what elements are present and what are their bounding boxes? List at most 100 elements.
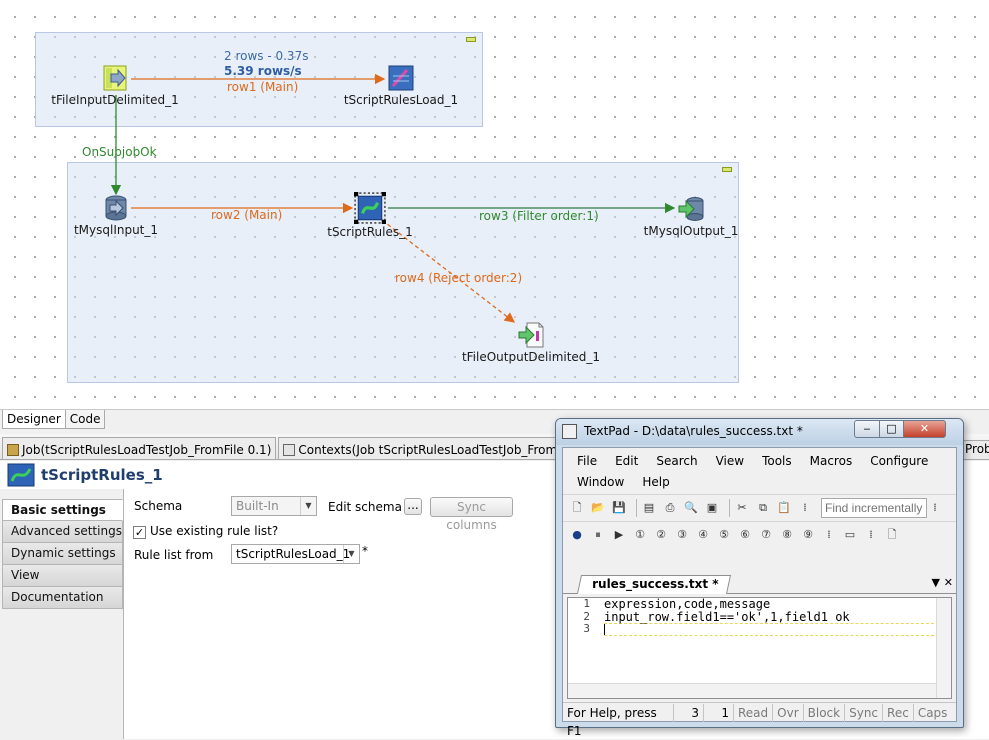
window-list-icon[interactable]: ▭: [842, 527, 858, 543]
nav-view[interactable]: View: [2, 565, 123, 587]
new-document-icon[interactable]: 🗋: [884, 527, 900, 543]
menu-window[interactable]: Window: [567, 475, 632, 489]
schema-select[interactable]: Built-In ▼: [231, 496, 317, 516]
macro-slot-7-icon[interactable]: ⑦: [758, 527, 774, 543]
menu-tools[interactable]: Tools: [752, 454, 800, 468]
tab-designer[interactable]: Designer: [2, 410, 66, 429]
line-number: 3: [583, 622, 590, 635]
textpad-window[interactable]: TextPad - D:\data\rules_success.txt * ‒ …: [555, 418, 964, 738]
print-preview-icon[interactable]: 🔍: [683, 500, 699, 516]
minimize-icon[interactable]: ‒: [854, 420, 880, 438]
document-properties-icon[interactable]: ▣: [704, 500, 720, 516]
macro-slot-6-icon[interactable]: ⑥: [737, 527, 753, 543]
paste-icon[interactable]: 📋: [776, 500, 792, 516]
horizontal-scrollbar[interactable]: [568, 683, 936, 698]
menu-configure[interactable]: Configure: [860, 454, 936, 468]
node-script-rules[interactable]: tScriptRules_1: [300, 192, 440, 239]
macro-slot-1-icon[interactable]: ①: [632, 527, 648, 543]
open-folder-icon[interactable]: 📂: [590, 500, 606, 516]
schema-value: Built-In: [236, 499, 279, 513]
play-macro-icon[interactable]: ▶: [611, 527, 627, 543]
textpad-document-tabs: rules_success.txt * ▼ ✕: [563, 574, 956, 594]
status-ovr: Ovr: [772, 703, 802, 722]
tab-code[interactable]: Code: [64, 410, 106, 429]
find-incrementally-input[interactable]: [821, 497, 927, 518]
menu-macros[interactable]: Macros: [800, 454, 861, 468]
macro-slot-4-icon[interactable]: ④: [695, 527, 711, 543]
menu-help[interactable]: Help: [632, 475, 677, 489]
job-designer-canvas[interactable]: tFileInputDelimited_1 tScriptRulesLoad_1…: [0, 0, 989, 410]
toolbar-overflow-icon[interactable]: ⁞: [927, 500, 943, 516]
toolbar-overflow-icon[interactable]: ⁞: [797, 500, 813, 516]
node-label: tMysqlOutput_1: [643, 224, 739, 238]
node-file-input-delimited[interactable]: tFileInputDelimited_1: [45, 64, 185, 107]
toolbar-overflow-icon[interactable]: ⁞: [863, 527, 879, 543]
link-label-row3[interactable]: row3 (Filter order:1): [479, 209, 599, 223]
link-label-row4[interactable]: row4 (Reject order:2): [395, 271, 522, 285]
close-icon[interactable]: ✕: [903, 420, 946, 438]
sync-columns-button[interactable]: Sync columns: [430, 497, 513, 532]
close-tab-icon[interactable]: ✕: [944, 576, 953, 589]
node-label: tScriptRulesLoad_1: [343, 93, 459, 107]
document-tab[interactable]: rules_success.txt *: [576, 575, 732, 594]
code-line-current: [604, 623, 944, 636]
menu-edit[interactable]: Edit: [605, 454, 646, 468]
schema-label: Schema: [134, 499, 183, 513]
chevron-down-icon: ▼: [300, 497, 316, 515]
rule-list-from-value: tScriptRulesLoad_1: [236, 547, 351, 561]
textpad-titlebar[interactable]: TextPad - D:\data\rules_success.txt * ‒ …: [556, 419, 963, 445]
edit-schema-button[interactable]: ...: [404, 498, 422, 515]
print-icon[interactable]: ⎙: [662, 500, 678, 516]
link-label-row2[interactable]: row2 (Main): [211, 208, 282, 222]
save-all-icon[interactable]: ▤: [641, 500, 657, 516]
menu-file[interactable]: File: [567, 454, 605, 468]
menu-search[interactable]: Search: [646, 454, 705, 468]
macro-slot-5-icon[interactable]: ⑤: [716, 527, 732, 543]
link-stats-rate: 5.39 rows/s: [224, 64, 302, 78]
tab-job-label: Job(tScriptRulesLoadTestJob_FromFile 0.1…: [22, 443, 272, 457]
node-mysql-input[interactable]: tMysqlInput_1: [46, 194, 186, 237]
text-editor[interactable]: 1 2 3 expression,code,message input_row.…: [567, 597, 952, 699]
save-icon[interactable]: 💾: [611, 500, 627, 516]
link-label-on-subjob-ok[interactable]: OnSubjobOk: [82, 145, 157, 159]
new-file-icon[interactable]: 🗋: [569, 500, 585, 516]
node-file-output-delimited[interactable]: tFileOutputDelimited_1: [461, 321, 601, 364]
nav-documentation[interactable]: Documentation: [2, 587, 123, 609]
tab-list-dropdown-icon[interactable]: ▼: [932, 576, 940, 589]
code-line: input_row.field1=='ok',1,field1 ok: [604, 609, 850, 624]
node-script-rules-load[interactable]: tScriptRulesLoad_1: [331, 64, 471, 107]
node-mysql-output[interactable]: tMysqlOutput_1: [621, 195, 761, 238]
nav-advanced-settings[interactable]: Advanced settings: [2, 521, 123, 543]
textpad-client: File Edit Search View Tools Macros Confi…: [562, 447, 957, 738]
use-existing-rule-list-label: Use existing rule list?: [150, 524, 279, 538]
copy-icon[interactable]: ⧉: [755, 500, 771, 516]
menu-view[interactable]: View: [706, 454, 752, 468]
code-area[interactable]: expression,code,message input_row.field1…: [604, 598, 944, 636]
nav-basic-settings[interactable]: Basic settings: [2, 499, 123, 521]
use-existing-rule-list-checkbox[interactable]: ✓: [133, 526, 146, 539]
document-tab-label: rules_success.txt *: [592, 577, 719, 591]
rule-list-from-select[interactable]: tScriptRulesLoad_1 ▼: [231, 544, 360, 564]
pause-macro-icon[interactable]: ⏸: [590, 527, 606, 543]
status-sync: Sync: [844, 703, 882, 722]
status-rec: Rec: [882, 703, 913, 722]
node-label: tScriptRules_1: [327, 225, 413, 239]
tab-job[interactable]: Job(tScriptRulesLoadTestJob_FromFile 0.1…: [2, 437, 277, 459]
job-icon: [7, 444, 19, 456]
macro-slot-3-icon[interactable]: ③: [674, 527, 690, 543]
macro-slot-8-icon[interactable]: ⑧: [779, 527, 795, 543]
link-label-row1[interactable]: row1 (Main): [227, 80, 298, 94]
maximize-icon[interactable]: □: [879, 420, 904, 438]
textpad-title: TextPad - D:\data\rules_success.txt *: [584, 424, 803, 438]
macro-slot-9-icon[interactable]: ⑨: [800, 527, 816, 543]
tab-problems[interactable]: Probl: [962, 440, 989, 460]
toolbar-overflow-icon[interactable]: ⁞: [821, 527, 837, 543]
cut-icon[interactable]: ✂: [734, 500, 750, 516]
vertical-scrollbar[interactable]: [936, 598, 951, 698]
textpad-toolbar-main: 🗋 📂 💾 ▤ ⎙ 🔍 ▣ ✂ ⧉ 📋 ⁞ ⁞: [563, 494, 956, 520]
nav-dynamic-settings[interactable]: Dynamic settings: [2, 543, 123, 565]
record-macro-icon[interactable]: ●: [569, 527, 585, 543]
chevron-down-icon: ▼: [343, 545, 359, 563]
macro-slot-2-icon[interactable]: ②: [653, 527, 669, 543]
link-stats-rows: 2 rows - 0.37s: [224, 49, 309, 63]
